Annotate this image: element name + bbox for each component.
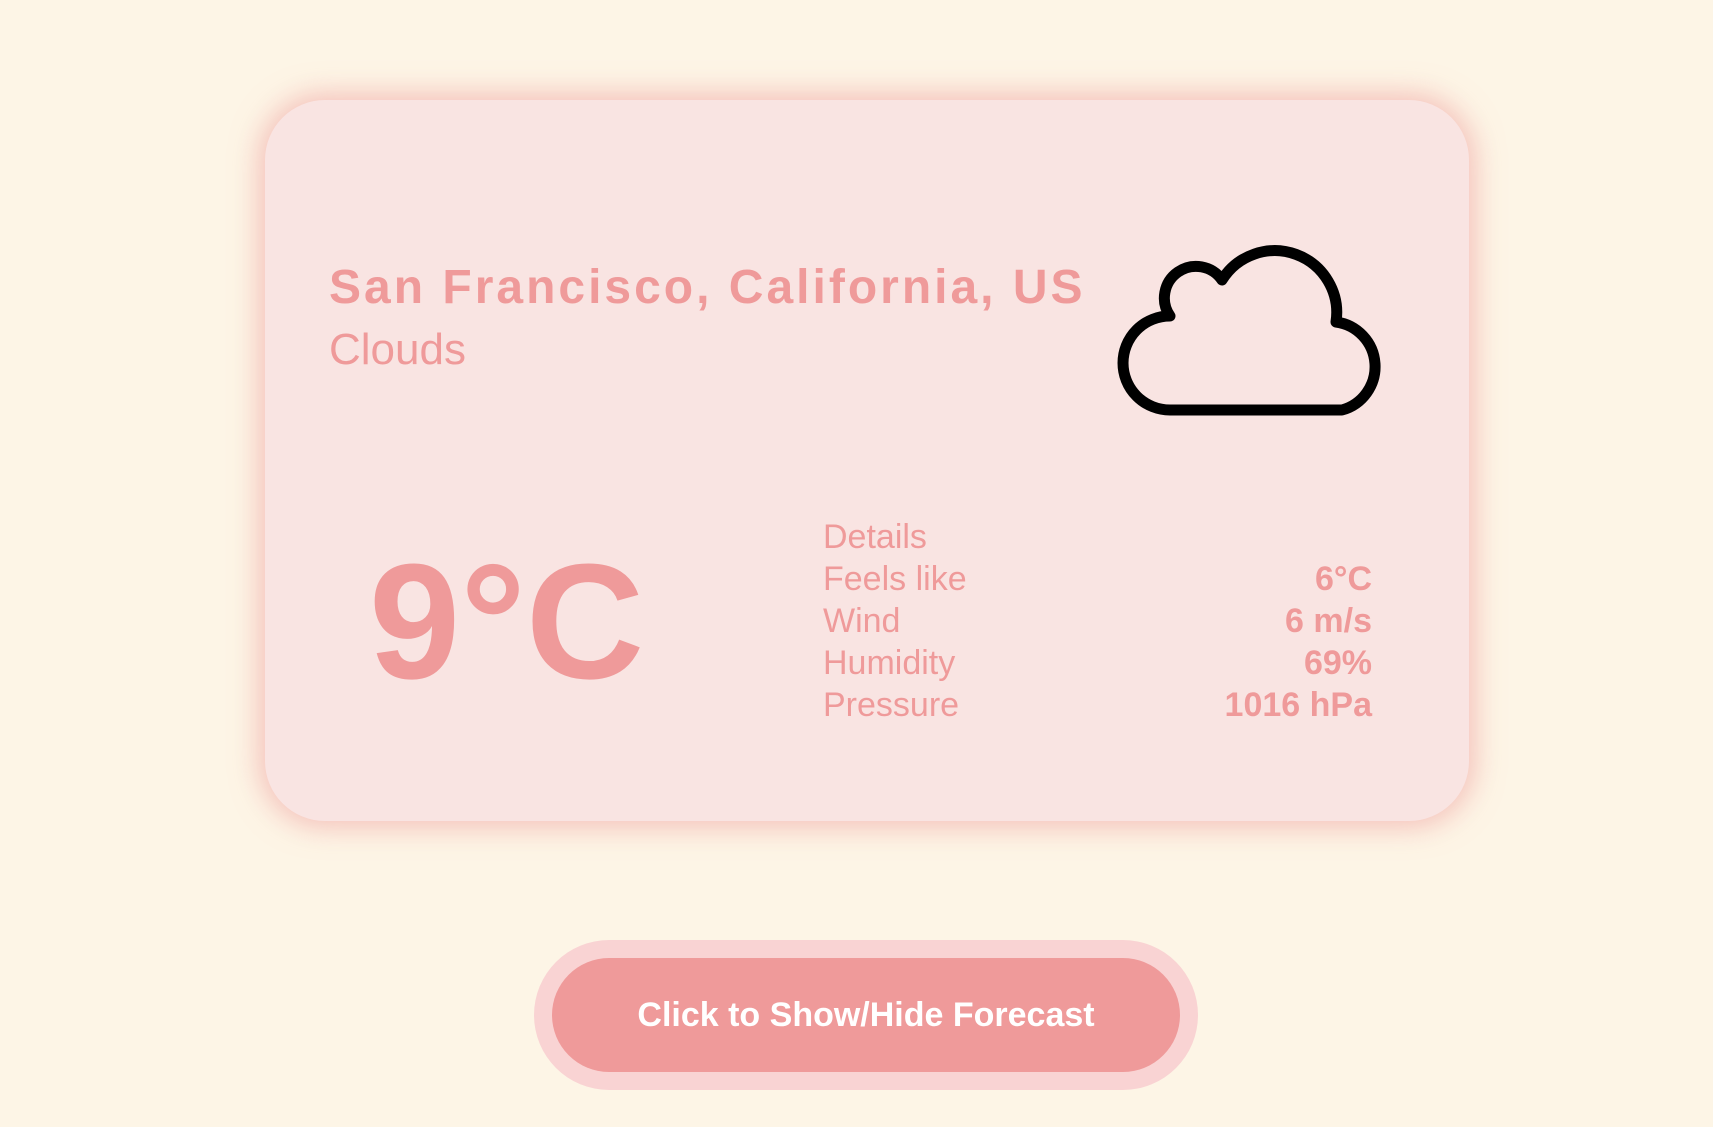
details-value: 6 m/s bbox=[1285, 602, 1372, 640]
details-row-feels-like: Feels like 6°C bbox=[823, 558, 1372, 600]
details-row-humidity: Humidity 69% bbox=[823, 642, 1372, 684]
weather-condition: Clouds bbox=[329, 325, 466, 374]
details-label: Wind bbox=[823, 602, 901, 640]
details-label: Pressure bbox=[823, 686, 960, 724]
details-value: 69% bbox=[1303, 644, 1372, 682]
forecast-toggle-button[interactable]: Click to Show/Hide Forecast bbox=[552, 958, 1180, 1072]
details-value: 6°C bbox=[1314, 560, 1372, 598]
details-panel: Details Feels like 6°C Wind 6 m/s Humidi… bbox=[823, 516, 1372, 726]
details-row-wind: Wind 6 m/s bbox=[823, 600, 1372, 642]
details-title: Details bbox=[823, 518, 927, 556]
weather-card: San Francisco, California, US Clouds 9°C… bbox=[265, 100, 1469, 821]
details-row-pressure: Pressure 1016 hPa bbox=[823, 684, 1372, 726]
cloud-icon bbox=[1117, 245, 1381, 416]
details-label: Feels like bbox=[823, 560, 967, 598]
details-label: Humidity bbox=[823, 644, 956, 682]
current-temperature: 9°C bbox=[369, 530, 645, 713]
forecast-toggle-container: Click to Show/Hide Forecast bbox=[534, 940, 1198, 1090]
location-name: San Francisco, California, US bbox=[329, 261, 1086, 314]
details-value: 1016 hPa bbox=[1224, 686, 1372, 724]
